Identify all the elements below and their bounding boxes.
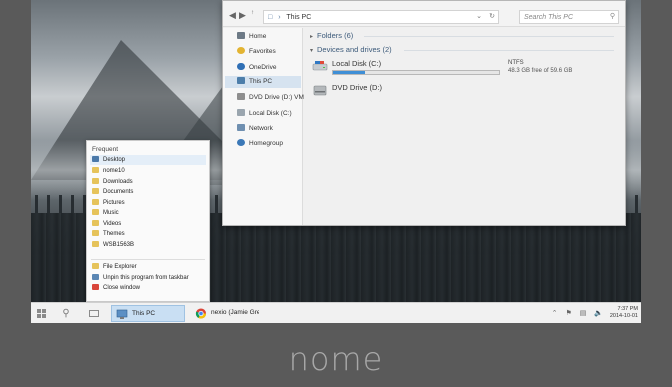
up-icon[interactable]: ↑ bbox=[251, 10, 254, 16]
nav-item-homegroup[interactable]: Homegroup bbox=[237, 138, 283, 150]
drive-name: Local Disk (C:) bbox=[332, 59, 382, 68]
windows-logo-icon bbox=[37, 309, 47, 319]
task-view-icon[interactable] bbox=[85, 305, 103, 322]
jump-list-task-file-explorer[interactable]: File Explorer bbox=[92, 262, 137, 272]
taskbar-label: This PC bbox=[132, 310, 156, 317]
system-tray: ⌃ ⚑ ▤ 🔈 bbox=[546, 309, 603, 317]
jump-list-item[interactable]: Desktop bbox=[90, 155, 206, 165]
folder-icon bbox=[92, 198, 99, 205]
folder-icon bbox=[92, 219, 99, 226]
back-icon[interactable]: ◀ bbox=[229, 10, 236, 21]
devices-group-header[interactable]: ▾ Devices and drives (2) bbox=[310, 45, 392, 54]
file-explorer-window: ◀ ▶ ↑ □ › This PC ⌄ ↻ Search This PC ⚲ H… bbox=[222, 0, 626, 226]
chevron-up-icon[interactable]: ⌃ bbox=[552, 310, 558, 317]
taskbar-label: nexio (Jamie Gree... bbox=[211, 309, 259, 316]
address-toolbar: ◀ ▶ ↑ □ › This PC ⌄ ↻ Search This PC ⚲ bbox=[223, 1, 625, 27]
chevron-down-icon[interactable]: ⌄ bbox=[476, 12, 482, 21]
computer-icon bbox=[116, 309, 128, 319]
search-input[interactable]: Search This PC ⚲ bbox=[519, 10, 619, 24]
jump-list-task-close-window[interactable]: Close window bbox=[92, 283, 140, 293]
jump-list-item[interactable]: Pictures bbox=[92, 198, 125, 208]
chevron-down-icon: ▾ bbox=[310, 48, 314, 54]
search-icon: ⚲ bbox=[609, 13, 615, 20]
folder-icon bbox=[92, 209, 99, 215]
jump-list-item[interactable]: Music bbox=[92, 208, 119, 218]
clock-time: 7:37 PM bbox=[617, 306, 638, 312]
refresh-icon[interactable]: ↻ bbox=[489, 12, 495, 21]
chrome-icon bbox=[195, 308, 207, 319]
drive-tile-local-disk[interactable]: Local Disk (C:) NTFS 48.3 GB free of 59.… bbox=[312, 58, 612, 82]
nav-item-local-disk[interactable]: Local Disk (C:) bbox=[237, 108, 292, 120]
content-pane: ▸ Folders (6) ▾ Devices and drives (2) Loc… bbox=[304, 28, 624, 225]
navigation-pane: Home Favorites OneDrive This PC DVD Driv… bbox=[223, 28, 309, 225]
jump-list-item[interactable]: WSB1563B bbox=[92, 240, 134, 250]
address-text: This PC bbox=[286, 14, 312, 21]
jump-list-item[interactable]: Documents bbox=[92, 187, 133, 197]
nav-item-dvd-drive[interactable]: DVD Drive (D:) VMw bbox=[237, 92, 309, 104]
taskbar-jump-list: Frequent Desktop nome10 Downloads Docume… bbox=[86, 140, 210, 302]
desktop-icon bbox=[92, 156, 99, 162]
jump-list-item[interactable]: nome10 bbox=[92, 166, 125, 176]
breadcrumb-separator-icon: › bbox=[278, 14, 281, 21]
jump-list-task-unpin[interactable]: Unpin this program from taskbar bbox=[92, 273, 189, 283]
network-icon[interactable]: ▤ bbox=[580, 310, 587, 317]
nav-item-favorites[interactable]: Favorites bbox=[237, 46, 276, 58]
dvd-drive-icon bbox=[237, 93, 245, 100]
free-space-label: 48.3 GB free of 59.6 GB bbox=[508, 68, 573, 74]
storage-usage-fill bbox=[333, 71, 365, 74]
nav-item-home[interactable]: Home bbox=[237, 31, 266, 43]
homegroup-icon bbox=[237, 139, 245, 146]
clock-date: 2014-10-01 bbox=[609, 313, 638, 319]
nav-item-network[interactable]: Network bbox=[237, 123, 273, 135]
taskbar: ⚲ This PC nexio (Jamie Gree... ⌃ ⚑ ▤ 🔈 7… bbox=[31, 302, 641, 323]
hard-drive-icon bbox=[237, 109, 245, 116]
hard-drive-icon bbox=[312, 61, 328, 71]
network-icon bbox=[237, 124, 245, 131]
folder-icon bbox=[92, 240, 99, 247]
storage-usage-bar bbox=[332, 70, 500, 75]
brand-logo-text: nome bbox=[288, 340, 384, 378]
jump-list-header: Frequent bbox=[92, 146, 119, 153]
jump-list-item[interactable]: Downloads bbox=[92, 177, 133, 187]
dvd-drive-icon bbox=[313, 85, 327, 96]
search-icon[interactable]: ⚲ bbox=[57, 305, 75, 322]
file-system-label: NTFS bbox=[508, 60, 524, 66]
nav-item-this-pc[interactable]: This PC bbox=[225, 76, 301, 88]
unpin-icon bbox=[92, 273, 99, 280]
folder-icon bbox=[92, 230, 99, 236]
taskbar-button-file-explorer[interactable]: This PC bbox=[111, 305, 185, 322]
forward-icon[interactable]: ▶ bbox=[239, 10, 246, 21]
divider bbox=[364, 36, 614, 37]
star-icon bbox=[237, 47, 245, 54]
home-icon bbox=[237, 32, 245, 39]
drive-name: DVD Drive (D:) bbox=[332, 83, 382, 92]
flag-icon[interactable]: ⚑ bbox=[565, 310, 571, 317]
close-icon bbox=[92, 284, 99, 290]
chevron-right-icon: ▸ bbox=[310, 34, 314, 40]
file-explorer-icon bbox=[92, 263, 99, 269]
search-placeholder: Search This PC bbox=[524, 14, 574, 21]
cloud-icon bbox=[237, 63, 245, 70]
taskbar-button-chrome[interactable]: nexio (Jamie Gree... bbox=[191, 305, 261, 322]
jump-list-item[interactable]: Themes bbox=[92, 229, 125, 239]
folders-group-header[interactable]: ▸ Folders (6) bbox=[310, 31, 353, 40]
divider bbox=[91, 259, 205, 260]
volume-icon[interactable]: 🔈 bbox=[594, 310, 603, 317]
computer-icon bbox=[237, 77, 245, 84]
nav-item-onedrive[interactable]: OneDrive bbox=[237, 62, 276, 74]
jump-list-item[interactable]: Videos bbox=[92, 219, 121, 229]
folder-icon bbox=[92, 167, 99, 173]
divider bbox=[404, 50, 614, 51]
address-bar[interactable]: □ › This PC ⌄ ↻ bbox=[263, 10, 499, 24]
start-button[interactable] bbox=[33, 305, 51, 322]
computer-icon: □ bbox=[268, 14, 273, 21]
folder-icon bbox=[92, 188, 99, 194]
folder-icon bbox=[92, 177, 99, 184]
clock[interactable]: 7:37 PM 2014-10-01 bbox=[604, 306, 638, 320]
drive-tile-dvd-drive[interactable]: DVD Drive (D:) bbox=[312, 82, 612, 106]
